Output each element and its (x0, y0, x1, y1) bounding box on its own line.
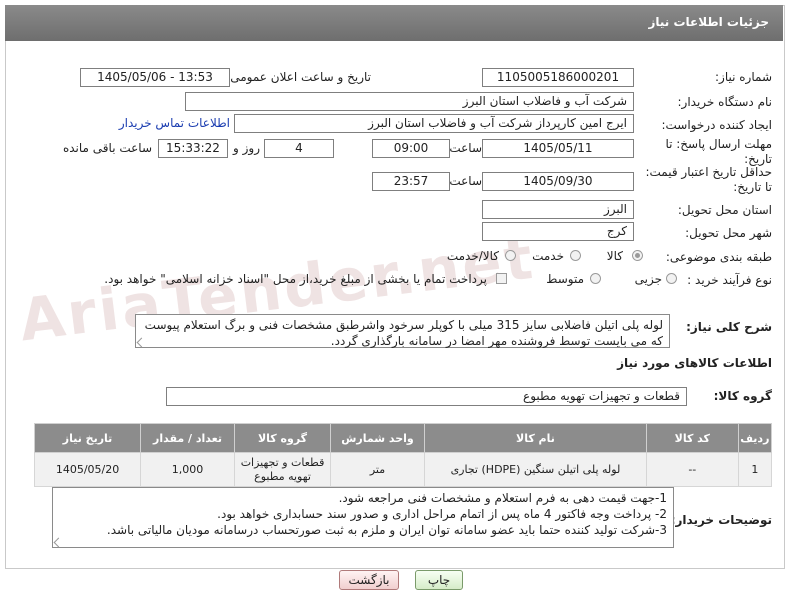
purchase-medium-radio[interactable] (590, 273, 601, 284)
category-goods-label: کالا (606, 249, 623, 263)
goods-group-label: گروه کالا: (713, 389, 772, 403)
purchase-type-label: نوع فرآیند خرید : (687, 273, 772, 287)
col-quantity: تعداد / مقدار (140, 423, 235, 453)
reply-date-field: 1405/05/11 (482, 139, 634, 158)
requester-label: ایجاد کننده درخواست: (661, 118, 772, 132)
print-button[interactable]: چاپ (415, 570, 463, 590)
category-goods-radio[interactable] (632, 250, 643, 261)
delivery-city-label: شهر محل تحویل: (685, 226, 772, 240)
need-number-field: 1105005186000201 (482, 68, 634, 87)
day-and-label: روز و (233, 141, 260, 155)
treasury-checkbox[interactable] (496, 273, 507, 284)
validity-time-field: 23:57 (372, 172, 450, 191)
category-service-radio[interactable] (570, 250, 581, 261)
validity-time-label: ساعت (449, 174, 482, 188)
cell-row: 1 (737, 452, 773, 487)
buyer-contact-link[interactable]: اطلاعات تماس خریدار (119, 116, 230, 130)
resize-grip-icon (53, 537, 64, 548)
cell-unit: متر (330, 452, 425, 487)
category-label: طبقه بندی موضوعی: (665, 250, 772, 264)
need-number-label: شماره نیاز: (715, 70, 772, 84)
cell-date: 1405/05/20 (33, 452, 142, 487)
description-label: شرح کلی نیاز: (686, 320, 772, 334)
payment-note: پرداخت تمام یا بخشی از مبلغ خرید،از محل … (104, 272, 487, 286)
col-group: گروه کالا (233, 423, 332, 453)
buyer-note-line: 1-جهت قیمت دهی به فرم استعلام و مشخصات ف… (338, 491, 667, 505)
goods-table: ردیف کد کالا نام کالا واحد شمارش گروه کا… (33, 423, 773, 487)
page-title: جزئیات اطلاعات نیاز (648, 15, 769, 29)
panel-header: جزئیات اطلاعات نیاز (5, 5, 783, 41)
table-header-row: ردیف کد کالا نام کالا واحد شمارش گروه کا… (33, 423, 773, 453)
description-text: لوله پلی اتیلن فاضلابی سایز 315 میلی با … (144, 318, 663, 348)
reply-time-label: ساعت (449, 141, 482, 155)
delivery-province-label: استان محل تحویل: (677, 203, 772, 217)
category-goods-service-radio[interactable] (505, 250, 516, 261)
buyer-note-line: 2- پرداخت وجه فاکتور 4 ماه پس از اتمام م… (217, 507, 667, 521)
days-left-field: 4 (264, 139, 334, 158)
table-row: 1 -- لوله پلی اتیلن سنگین (HDPE) تجاری م… (33, 452, 773, 487)
remaining-time-field: 15:33:22 (158, 139, 228, 158)
announce-datetime-label: تاریخ و ساعت اعلان عمومی: (226, 70, 371, 84)
goods-info-heading: اطلاعات کالاهای مورد نیاز (617, 356, 772, 370)
col-unit: واحد شمارش (330, 423, 425, 453)
goods-group-field: قطعات و تجهیزات تهویه مطبوع (166, 387, 687, 406)
reply-deadline-label: مهلت ارسال پاسخ: تا تاریخ: (665, 137, 772, 166)
resize-grip-icon (136, 337, 147, 348)
purchase-minor-label: جزیی (634, 272, 662, 286)
col-row: ردیف (737, 423, 773, 453)
purchase-medium-label: متوسط (546, 272, 584, 286)
requester-field: ایرج امین کارپرداز شرکت آب و فاضلاب استا… (234, 114, 634, 133)
buyer-org-field: شرکت آب و فاضلاب استان البرز (185, 92, 634, 111)
col-code: کد کالا (645, 423, 739, 453)
col-name: نام کالا (423, 423, 647, 453)
validity-date-field: 1405/09/30 (482, 172, 634, 191)
category-service-label: خدمت (532, 249, 564, 263)
category-goods-service-label: کالا/خدمت (446, 249, 499, 263)
delivery-province-field: البرز (482, 200, 634, 219)
cell-group: قطعات و تجهیزات تهویه مطبوع (233, 452, 332, 487)
buyer-org-label: نام دستگاه خریدار: (677, 95, 773, 109)
buyer-note-line: 3-شرکت تولید کننده حتما باید عضو سامانه … (106, 523, 667, 537)
back-button[interactable]: بازگشت (339, 570, 399, 590)
announce-datetime-field: 1405/05/06 - 13:53 (80, 68, 230, 87)
cell-code: -- (645, 452, 739, 487)
buyer-notes-label: توضیحات خریدار: (670, 513, 772, 527)
purchase-minor-radio[interactable] (666, 273, 677, 284)
buyer-notes-textarea[interactable]: 1-جهت قیمت دهی به فرم استعلام و مشخصات ف… (52, 487, 674, 548)
hours-left-label: ساعت باقی مانده (62, 141, 152, 155)
col-date: تاریخ نیاز (33, 423, 142, 453)
description-textarea[interactable]: لوله پلی اتیلن فاضلابی سایز 315 میلی با … (135, 314, 670, 348)
cell-name: لوله پلی اتیلن سنگین (HDPE) تجاری (423, 452, 647, 487)
price-validity-label: حداقل تاریخ اعتبار قیمت: تا تاریخ: (645, 165, 772, 194)
delivery-city-field: کرج (482, 222, 634, 241)
reply-time-field: 09:00 (372, 139, 450, 158)
cell-quantity: 1,000 (140, 452, 235, 487)
